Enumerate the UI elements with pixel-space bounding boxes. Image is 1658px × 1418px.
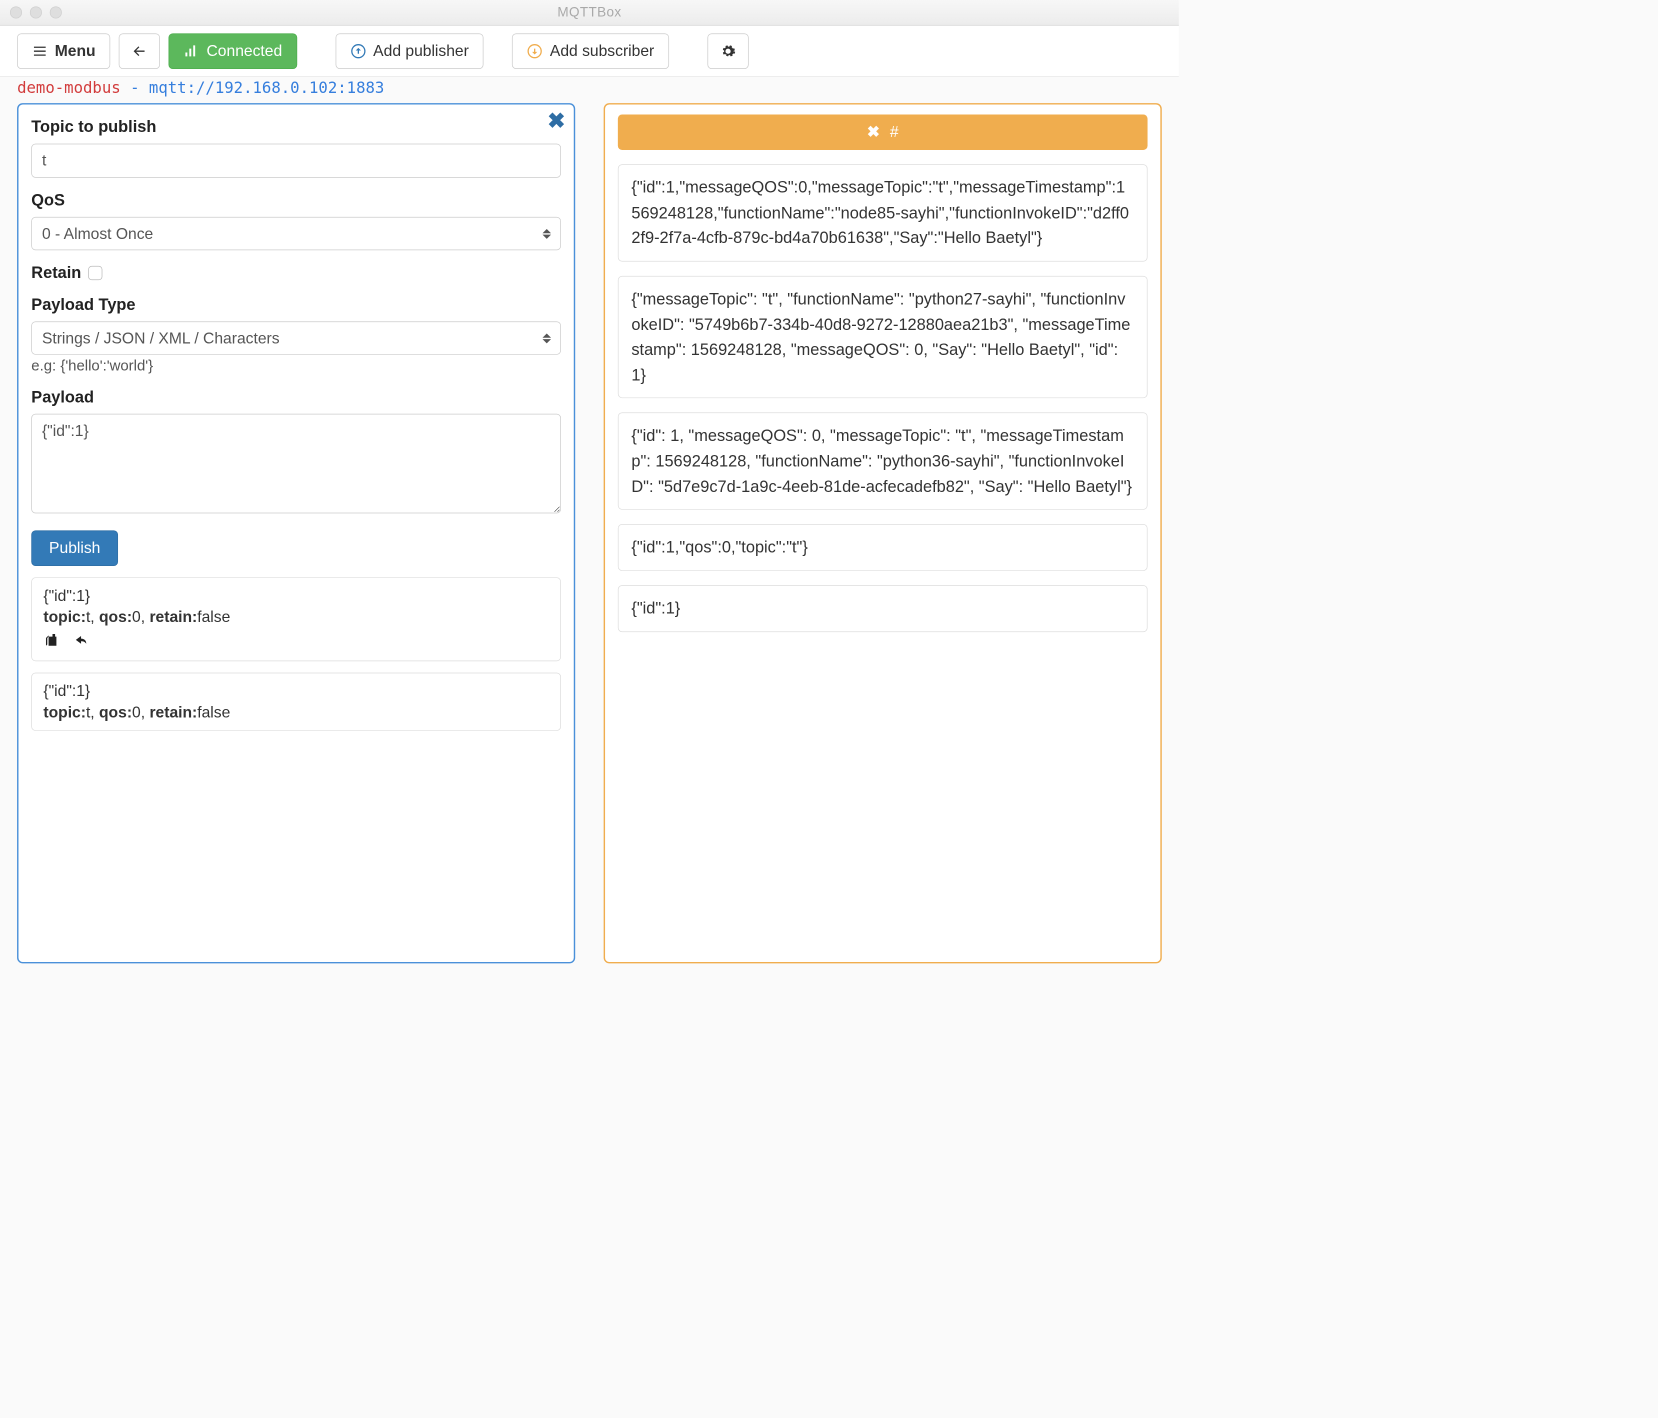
window-zoom-button[interactable] — [50, 6, 62, 18]
topic-input[interactable] — [31, 144, 561, 178]
message-item: {"id": 1, "messageQOS": 0, "messageTopic… — [618, 413, 1148, 510]
qos-select[interactable]: 0 - Almost Once — [31, 217, 561, 250]
publish-button[interactable]: Publish — [31, 530, 118, 566]
menu-button[interactable]: Menu — [17, 33, 110, 69]
message-item: {"id":1} — [618, 585, 1148, 632]
window-title: MQTTBox — [0, 5, 1179, 21]
connection-name: demo-modbus — [17, 80, 121, 98]
subscriber-panel: ✖ # {"id":1,"messageQOS":0,"messageTopic… — [604, 103, 1162, 963]
add-subscriber-label: Add subscriber — [550, 42, 654, 60]
connection-info: demo-modbus - mqtt://192.168.0.102:1883 — [0, 77, 1179, 99]
payload-type-label: Payload Type — [31, 295, 561, 314]
payload-input[interactable]: {"id":1} — [31, 414, 561, 514]
payload-type-hint: e.g: {'hello':'world'} — [31, 358, 561, 375]
titlebar: MQTTBox — [0, 0, 1179, 26]
toolbar: Menu Connected Add publisher Add s — [0, 26, 1179, 77]
signal-icon — [184, 43, 200, 59]
subscriber-header: ✖ # — [618, 114, 1148, 150]
back-button[interactable] — [119, 33, 160, 69]
copy-to-form-icon[interactable] — [43, 632, 59, 652]
connection-sep: - — [130, 80, 149, 98]
connected-button[interactable]: Connected — [169, 33, 297, 69]
window-close-button[interactable] — [10, 6, 22, 18]
window-minimize-button[interactable] — [30, 6, 42, 18]
qos-label: QoS — [31, 191, 561, 210]
close-icon[interactable]: ✖ — [867, 123, 880, 141]
retain-label: Retain — [31, 263, 561, 282]
message-item: {"id":1,"messageQOS":0,"messageTopic":"t… — [618, 164, 1148, 261]
connection-url: mqtt://192.168.0.102:1883 — [149, 80, 384, 98]
gear-icon — [720, 43, 736, 59]
menu-button-label: Menu — [55, 42, 96, 60]
history-payload: {"id":1} — [43, 587, 549, 605]
settings-button[interactable] — [708, 33, 749, 69]
payload-type-select[interactable]: Strings / JSON / XML / Characters — [31, 321, 561, 354]
hamburger-icon — [32, 43, 48, 59]
add-subscriber-button[interactable]: Add subscriber — [512, 33, 669, 69]
message-item: {"id":1,"qos":0,"topic":"t"} — [618, 524, 1148, 571]
close-icon[interactable]: ✖ — [547, 109, 565, 134]
history-meta: topic:t, qos:0, retain:false — [43, 608, 549, 626]
publish-history-item: {"id":1} topic:t, qos:0, retain:false — [31, 577, 561, 661]
connected-label: Connected — [207, 42, 283, 60]
upload-circle-icon — [350, 43, 366, 59]
download-circle-icon — [527, 43, 543, 59]
window-controls — [0, 6, 62, 18]
add-publisher-label: Add publisher — [373, 42, 469, 60]
history-meta: topic:t, qos:0, retain:false — [43, 703, 549, 721]
retain-checkbox[interactable] — [88, 266, 102, 280]
topic-label: Topic to publish — [31, 117, 561, 136]
arrow-left-icon — [132, 43, 148, 59]
add-publisher-button[interactable]: Add publisher — [336, 33, 484, 69]
republish-icon[interactable] — [73, 632, 89, 652]
publisher-panel: ✖ Topic to publish QoS 0 - Almost Once — [17, 103, 575, 963]
subscriber-topic: # — [890, 123, 899, 141]
publish-history-item: {"id":1} topic:t, qos:0, retain:false — [31, 673, 561, 731]
message-item: {"messageTopic": "t", "functionName": "p… — [618, 276, 1148, 399]
history-payload: {"id":1} — [43, 682, 549, 700]
payload-label: Payload — [31, 387, 561, 406]
